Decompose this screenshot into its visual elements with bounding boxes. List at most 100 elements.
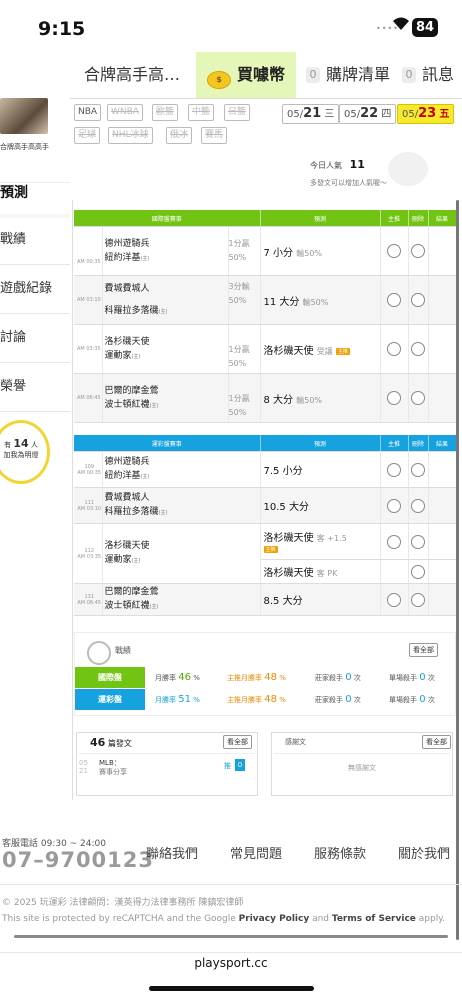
league-chip-horse-racing[interactable]: 賽馬 <box>201 127 228 144</box>
thanks-see-all-button[interactable]: 看全部 <box>422 735 451 749</box>
league-chip-nba[interactable]: NBA <box>74 104 102 121</box>
fans-bubble[interactable]: 有 14 人 加我為明燈 <box>0 420 50 484</box>
posts-box: 46 篇發文 看全部 05 21 MLB： 賽事分享 推 0 <box>76 732 258 796</box>
thanks-box: 感謝文 看全部 無感謝文 <box>271 732 453 796</box>
tab-profile[interactable]: 合牌高手高… <box>84 52 180 98</box>
delete-radio[interactable] <box>411 462 426 477</box>
sidebar-item-record[interactable]: 戰績 <box>0 216 70 265</box>
sidebar-item-label: 討論 <box>0 330 27 345</box>
footer-link-terms[interactable]: 服務條款 <box>314 843 366 862</box>
game-num-time: 112 AM 03:35 <box>74 523 103 584</box>
record-see-all-button[interactable]: 看全部 <box>409 643 438 657</box>
league-chip-russia-hockey[interactable]: 俄冰 <box>166 127 193 144</box>
tab-purchase-list[interactable]: 0 購牌清單 <box>306 52 390 98</box>
league-chip-soccer[interactable]: 足球 <box>74 127 101 144</box>
single-value: 0 <box>419 694 426 705</box>
avatar[interactable] <box>0 98 48 134</box>
delete-radio[interactable] <box>411 293 425 307</box>
service-phone[interactable]: 07–9700123 <box>2 848 154 872</box>
teams-cell: 洛杉磯天使 運動家(主) <box>102 523 261 584</box>
league-chip-japan-basketball[interactable]: 日籃 <box>224 104 251 121</box>
date-button-22[interactable]: 05/22 四 <box>339 104 397 124</box>
sidebar-item-honor[interactable]: 榮譽 <box>0 363 70 412</box>
date-button-23[interactable]: 05/23 五 <box>397 104 455 124</box>
delete-radio[interactable] <box>411 564 426 579</box>
main-pick-tag: 主推 <box>263 545 278 553</box>
prediction-value: 11 大分 <box>263 296 300 308</box>
prediction-sub: 輸50% <box>302 297 329 307</box>
home-team: 波士頓紅襪 <box>104 399 150 410</box>
main-pick-radio[interactable] <box>387 293 401 307</box>
thanks-empty: 無感謝文 <box>348 764 376 772</box>
league-chip-nhl[interactable]: NHL冰球 <box>108 127 153 144</box>
odds-line1: 3分輸 <box>228 282 250 291</box>
home-team-line: 紐約洋基(主) <box>105 469 260 484</box>
delete-radio[interactable] <box>411 498 426 513</box>
tab-purchase-list-label: 購牌清單 <box>326 65 391 84</box>
footer-link-about[interactable]: 關於我們 <box>398 843 450 862</box>
away-team: 巴爾的摩金鶯 <box>104 587 159 597</box>
sidebar-item-game-history[interactable]: 遊戲紀錄 <box>0 265 70 314</box>
teams-cell: 德州遊騎兵 紐約洋基(主) <box>102 451 261 488</box>
delete-radio[interactable] <box>411 592 426 607</box>
league-chip-euro-basketball[interactable]: 歐籃 <box>152 104 179 121</box>
main-pick-cell <box>380 559 409 584</box>
main-pick-radio[interactable] <box>387 391 401 405</box>
date-day: 21 <box>303 106 322 121</box>
record-league: 運彩盤 <box>75 689 145 710</box>
teams-cell: 洛杉磯天使 運動家(主) <box>102 324 229 374</box>
posts-see-all-button[interactable]: 看全部 <box>223 735 252 749</box>
host-label: 莊家殺手 <box>315 696 343 704</box>
footer-link-faq[interactable]: 常見問題 <box>230 843 282 862</box>
home-team-line: 科羅拉多落磯(主) <box>105 505 260 520</box>
prediction-cell: 8 大分 輸50% <box>260 373 381 423</box>
home-team: 波士頓紅襪 <box>104 601 150 611</box>
post-item[interactable]: MLB： 賽事分享 <box>99 759 127 777</box>
main-pick-radio[interactable] <box>387 592 402 607</box>
win-label: 月勝率 <box>155 696 176 704</box>
main-pick-radio[interactable] <box>387 342 401 356</box>
delete-radio[interactable] <box>411 342 425 356</box>
delete-radio[interactable] <box>411 244 425 258</box>
win-pct: % <box>193 696 200 704</box>
host-value: 0 <box>345 694 352 705</box>
league-chip-china-basketball[interactable]: 中籃 <box>188 104 215 121</box>
result-cell <box>428 523 457 560</box>
main-pick-cell <box>380 523 409 560</box>
user-nickname: 合牌高手高高手 <box>0 143 49 151</box>
scrollbar[interactable] <box>456 200 459 940</box>
delete-cell <box>408 373 429 423</box>
lottery-prediction-table: 運彩盤賽事 預測 主推 刪除 結果 109 AM 00:35 德州遊騎兵 紐約洋基(… <box>74 435 457 616</box>
horizontal-scrollbar[interactable] <box>14 935 448 938</box>
monthly-win-rate: 月勝率 51 % <box>155 689 200 710</box>
table-row: 109 AM 00:35 德州遊騎兵 紐約洋基(主) 7.5 小分 <box>74 451 457 488</box>
game-time: AM 00:35 <box>77 469 102 476</box>
result-cell <box>428 451 457 488</box>
away-team: 費城費城人 <box>104 283 150 294</box>
footer-link-contact[interactable]: 聯絡我們 <box>146 843 198 862</box>
date-md: 05/ <box>402 109 419 120</box>
main-pick-radio[interactable] <box>387 462 402 477</box>
record-row-intl: 國際盤 月勝率 46 % 主推月勝率 48 % 莊家殺手 0 次 單場殺手 0 … <box>75 667 455 688</box>
terms-link[interactable]: Terms of Service <box>332 914 416 924</box>
tab-messages[interactable]: 0 訊息 <box>402 52 454 98</box>
date-button-21[interactable]: 05/21 三 <box>282 104 340 124</box>
home-tag: (主) <box>131 558 141 564</box>
main-pick-radio[interactable] <box>387 498 402 513</box>
main-pick-radio[interactable] <box>387 244 401 258</box>
privacy-link[interactable]: Privacy Policy <box>239 914 310 924</box>
prediction-cell: 11 大分 輸50% <box>260 275 381 325</box>
url-text[interactable]: playsport.cc <box>0 956 462 970</box>
prediction-value: 7.5 小分 <box>260 451 381 488</box>
delete-radio[interactable] <box>411 534 426 549</box>
home-team: 科羅拉多落磯 <box>104 507 159 517</box>
league-chip-wnba[interactable]: WNBA <box>107 104 143 121</box>
sidebar-item-discussion[interactable]: 討論 <box>0 314 70 363</box>
record-section: 戰績 看全部 國際盤 月勝率 46 % 主推月勝率 48 % 莊家殺手 0 次 … <box>74 632 456 716</box>
tab-buy-coins[interactable]: $ 買噱幣 <box>196 52 296 98</box>
prediction-cell: 洛杉磯天使 受讓 主推 <box>260 324 381 374</box>
result-cell <box>428 559 457 584</box>
delete-radio[interactable] <box>411 391 425 405</box>
main-pick-radio[interactable] <box>387 534 402 549</box>
sidebar-item-predict[interactable]: 預測 <box>0 182 70 207</box>
